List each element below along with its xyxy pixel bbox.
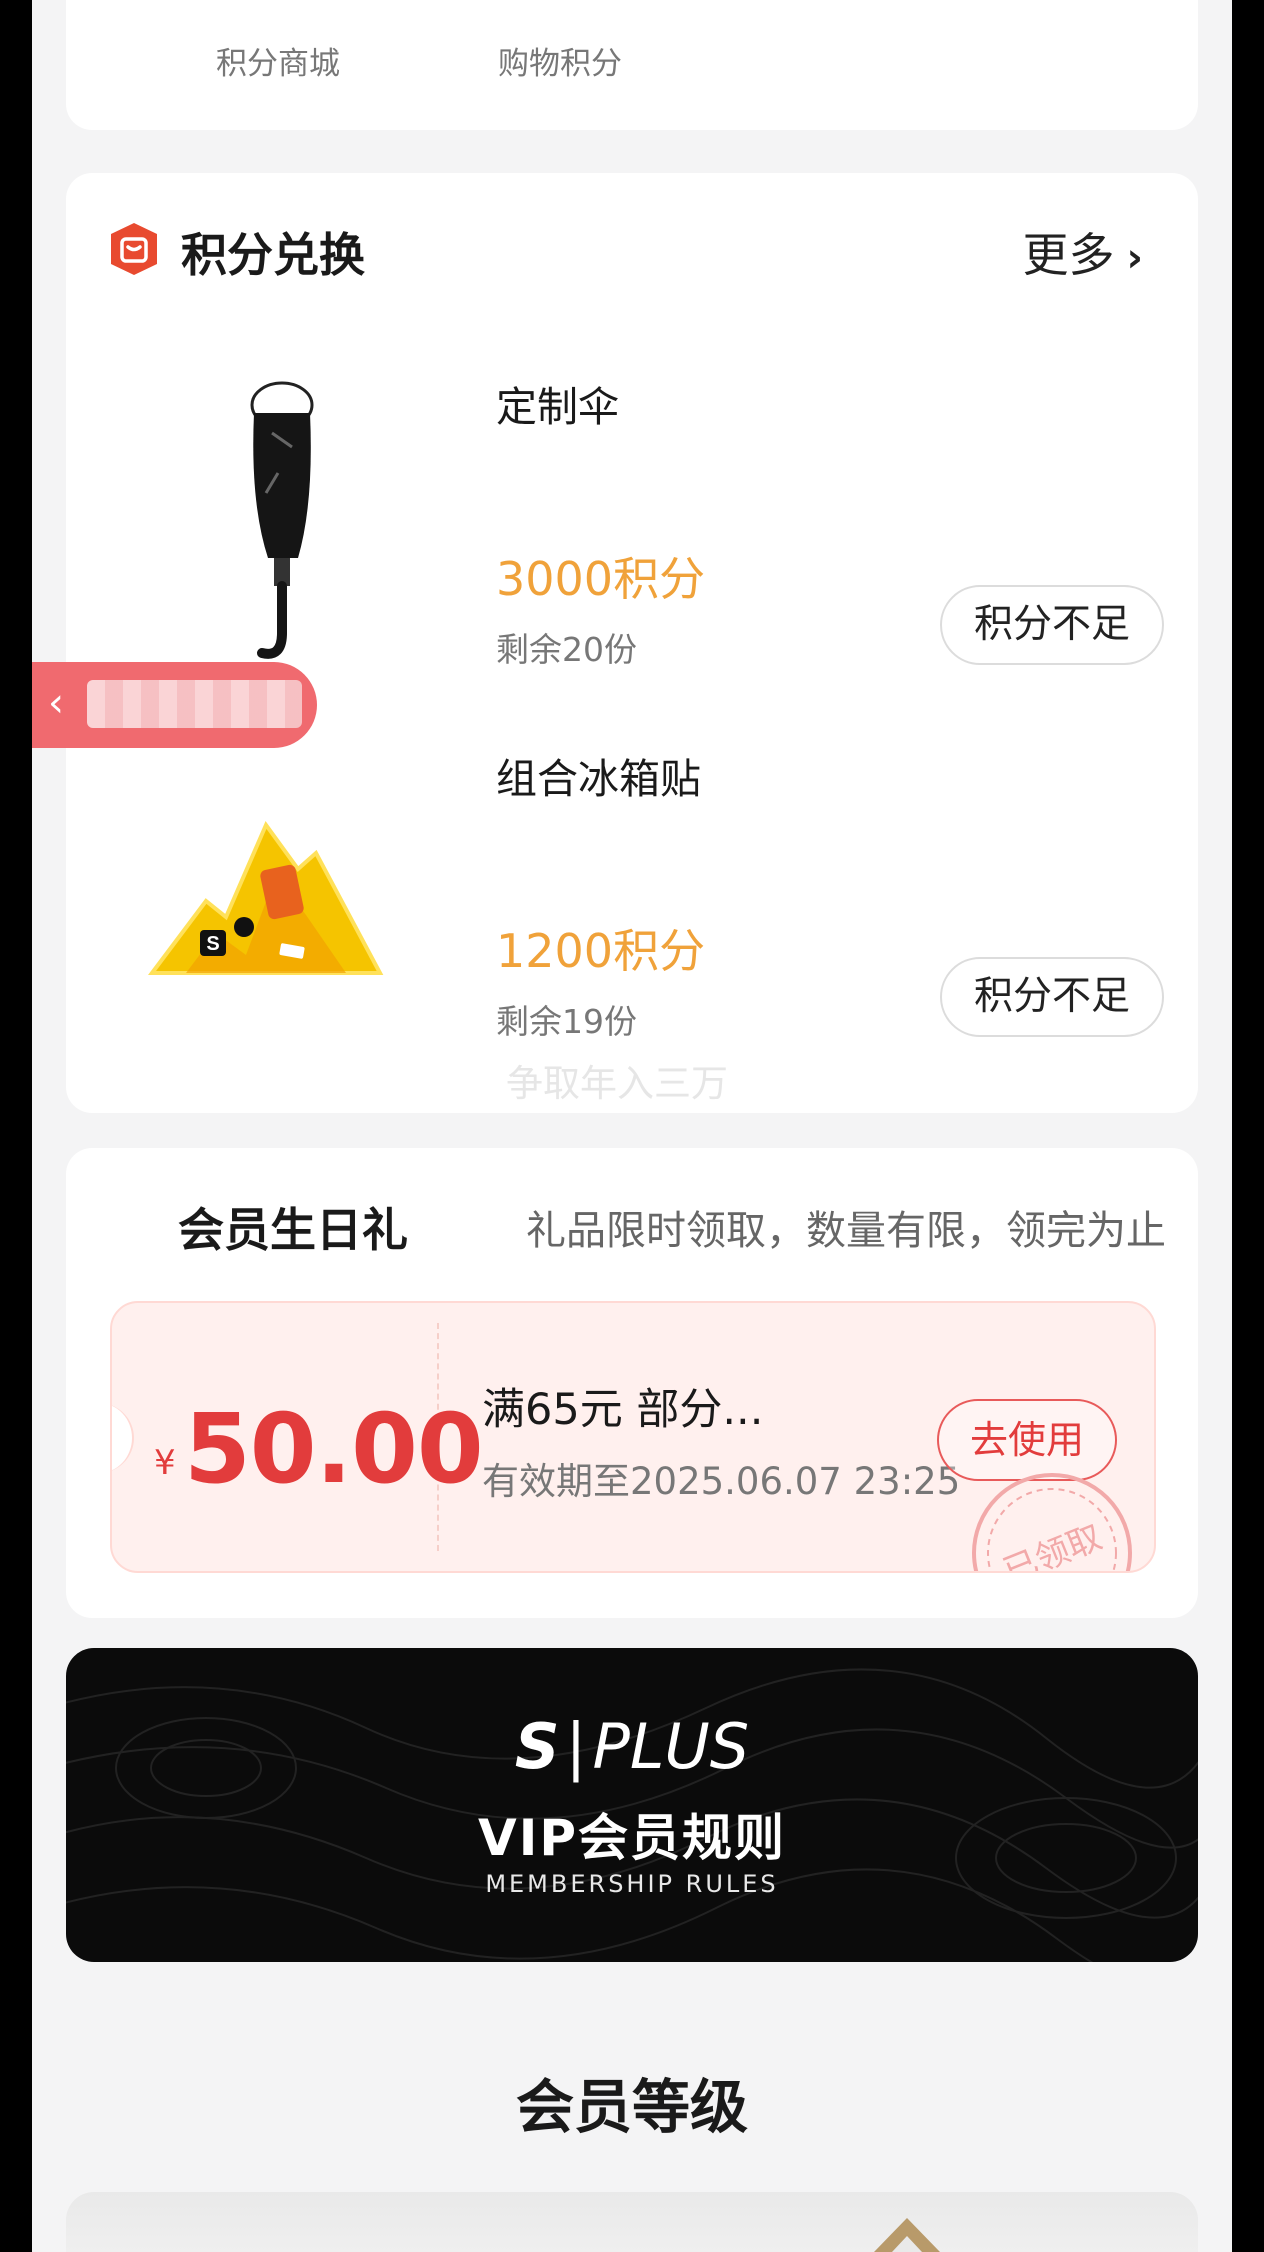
coupon-name: 满65元 部分... bbox=[482, 1385, 764, 1435]
splus-logo: S|PLUS bbox=[514, 1710, 750, 1783]
more-label: 更多 bbox=[1022, 228, 1115, 282]
redeem-button[interactable]: 积分不足 bbox=[940, 957, 1164, 1037]
chevron-left-icon: ‹ bbox=[48, 680, 64, 726]
blurred-label bbox=[87, 680, 302, 728]
redeem-button[interactable]: 积分不足 bbox=[940, 585, 1164, 665]
coupon-validity: 有效期至2025.06.07 23:25 bbox=[482, 1460, 961, 1503]
mountain-icon bbox=[874, 2218, 940, 2252]
product-price: 1200积分 bbox=[496, 924, 706, 978]
section-title: 会员生日礼 bbox=[178, 1203, 408, 1257]
watermark-text: 争取年入三万 bbox=[506, 1062, 728, 1105]
app-screen: 积分商城 购物积分 积分兑换 更多 › 定制伞 3000积分 剩余20份 积分不… bbox=[32, 0, 1232, 2252]
level-card bbox=[66, 2192, 1198, 2252]
shortcut-card: 积分商城 购物积分 bbox=[66, 0, 1198, 130]
product-item[interactable]: S 组合冰箱贴 1200积分 剩余19份 积分不足 bbox=[66, 745, 1198, 1075]
shortcut-label: 积分商城 bbox=[216, 46, 340, 82]
points-exchange-card: 积分兑换 更多 › 定制伞 3000积分 剩余20份 积分不足 S 组合冰箱贴 … bbox=[66, 173, 1198, 1113]
svg-text:S: S bbox=[206, 933, 219, 955]
vip-title: VIP会员规则 bbox=[478, 1809, 786, 1867]
coupon[interactable]: ¥ 50.00 满65元 部分... 有效期至2025.06.07 23:25 … bbox=[110, 1301, 1156, 1573]
section-subtitle: 礼品限时领取，数量有限，领完为止 bbox=[526, 1208, 1166, 1254]
birthday-gift-card: 会员生日礼 礼品限时领取，数量有限，领完为止 ¥ 50.00 满65元 部分..… bbox=[66, 1148, 1198, 1618]
vip-subtitle: MEMBERSHIP RULES bbox=[485, 1870, 779, 1898]
logo-s: S bbox=[514, 1710, 560, 1783]
product-name: 定制伞 bbox=[496, 383, 619, 431]
product-name: 组合冰箱贴 bbox=[496, 755, 701, 803]
product-price: 3000积分 bbox=[496, 552, 706, 606]
logo-text: PLUS bbox=[592, 1710, 750, 1783]
coupon-currency: ¥ bbox=[154, 1443, 176, 1483]
fridge-magnet-image: S bbox=[148, 820, 384, 975]
umbrella-image bbox=[250, 381, 314, 659]
coupon-notch bbox=[112, 1403, 134, 1473]
product-item[interactable]: 定制伞 3000积分 剩余20份 积分不足 bbox=[66, 373, 1198, 703]
chevron-right-icon: › bbox=[1126, 235, 1143, 281]
gift-box-icon bbox=[111, 223, 157, 275]
more-link[interactable]: 更多 › bbox=[1023, 219, 1143, 285]
product-stock: 剩余19份 bbox=[496, 1002, 637, 1041]
claimed-stamp-icon: 已领取 bbox=[972, 1473, 1132, 1573]
shortcut-label: 购物积分 bbox=[498, 46, 622, 82]
level-title: 会员等级 bbox=[515, 2073, 748, 2141]
product-stock: 剩余20份 bbox=[496, 630, 637, 669]
coupon-amount: 50.00 bbox=[184, 1393, 484, 1505]
section-title: 积分兑换 bbox=[181, 228, 365, 282]
vip-rules-banner[interactable]: S|PLUS VIP会员规则 MEMBERSHIP RULES bbox=[66, 1648, 1198, 1962]
stamp-text: 已领取 bbox=[998, 1517, 1108, 1573]
floating-back-tab[interactable]: ‹ bbox=[32, 662, 317, 748]
